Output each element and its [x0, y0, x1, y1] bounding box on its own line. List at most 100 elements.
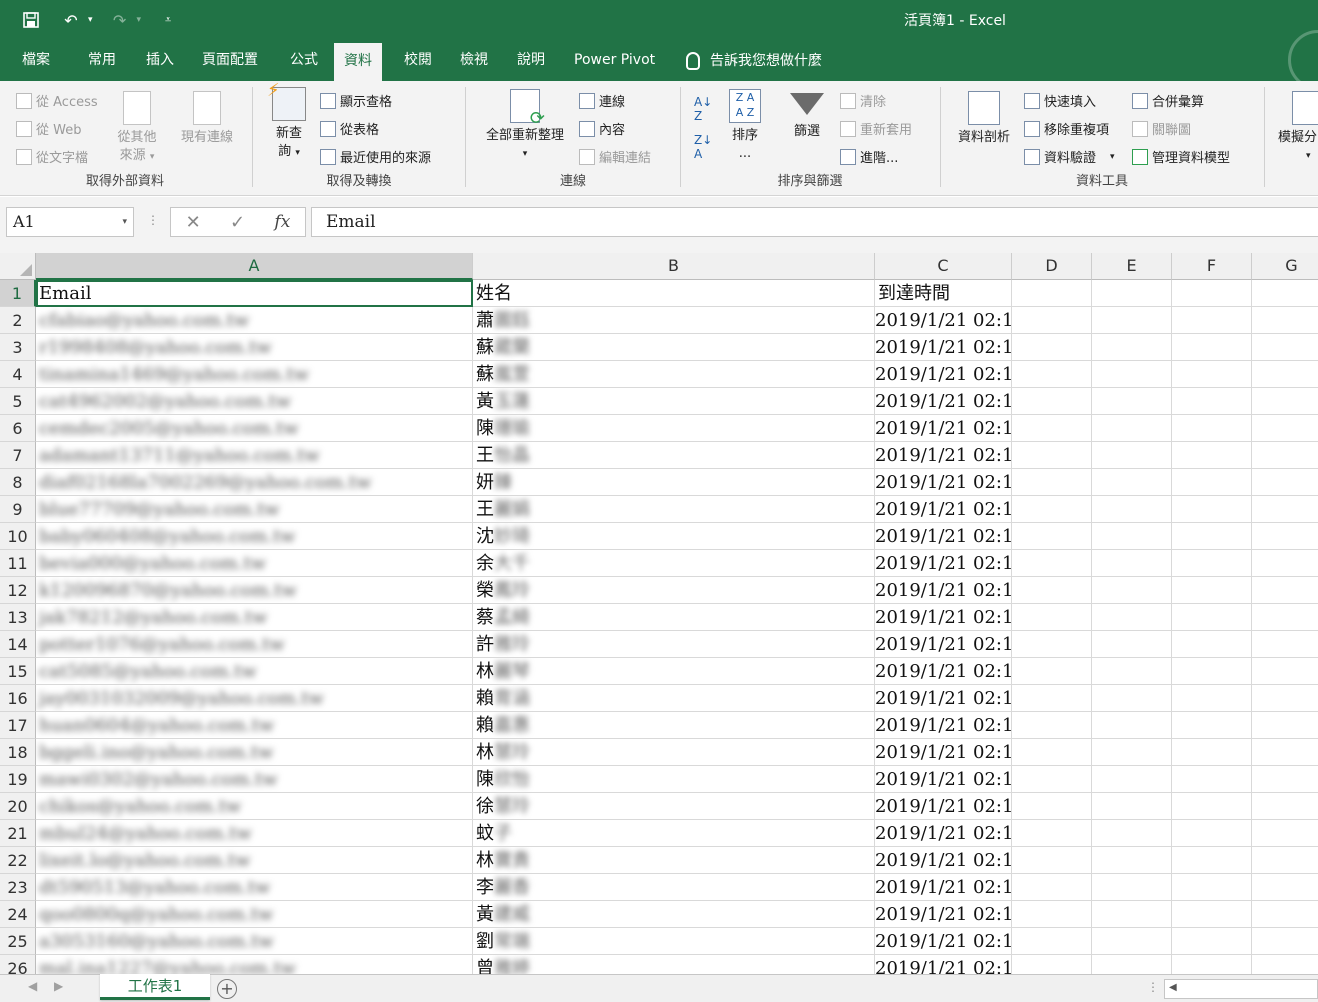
empty-cell[interactable] [1172, 847, 1252, 874]
cell-arrival-time[interactable]: 2019/1/21 02:12 [875, 442, 1012, 469]
empty-cell[interactable] [1012, 658, 1092, 685]
empty-cell[interactable] [1172, 307, 1252, 334]
cell-name[interactable]: 余大千 [473, 550, 875, 577]
cell-email[interactable]: diaf02168la7002269@yahoo.com.tw [36, 469, 473, 496]
row-header[interactable]: 18 [0, 739, 36, 766]
cell-name[interactable]: 林慧玲 [473, 739, 875, 766]
prev-sheet-icon[interactable]: ◀ [28, 979, 37, 993]
cell-arrival-time[interactable]: 2019/1/21 02:12 [875, 469, 1012, 496]
tab-home[interactable]: 常用 [78, 40, 126, 81]
connections-button[interactable]: 連線 [579, 91, 625, 110]
empty-cell[interactable] [1012, 307, 1092, 334]
row-header[interactable]: 11 [0, 550, 36, 577]
cell-name[interactable]: 曾雅婷 [473, 955, 875, 974]
cell-email[interactable]: r1998408@yahoo.com.tw [36, 334, 473, 361]
column-header[interactable]: C [875, 253, 1012, 280]
cell-name[interactable]: 蕭圖鈺 [473, 307, 875, 334]
empty-cell[interactable] [1172, 442, 1252, 469]
from-access-button[interactable]: 從 Access [16, 91, 98, 110]
cell-arrival-time[interactable]: 2019/1/21 02:12 [875, 658, 1012, 685]
empty-cell[interactable] [1172, 658, 1252, 685]
redo-dropdown-icon[interactable]: ▾ [137, 15, 142, 25]
row-header[interactable]: 16 [0, 685, 36, 712]
empty-cell[interactable] [1092, 469, 1172, 496]
empty-cell[interactable] [1252, 469, 1318, 496]
row-header[interactable]: 24 [0, 901, 36, 928]
recent-sources-button[interactable]: 最近使用的來源 [320, 147, 431, 166]
cell-arrival-time[interactable]: 2019/1/21 02:12 [875, 955, 1012, 974]
empty-cell[interactable] [1012, 955, 1092, 974]
empty-cell[interactable] [1012, 766, 1092, 793]
tab-formulas[interactable]: 公式 [280, 40, 328, 81]
cell-name[interactable]: 陳欣怡 [473, 766, 875, 793]
from-web-button[interactable]: 從 Web [16, 119, 81, 138]
cell-name[interactable]: 許雅玲 [473, 631, 875, 658]
name-box-dropdown-icon[interactable]: ▾ [122, 208, 127, 236]
empty-cell[interactable] [1172, 388, 1252, 415]
from-text-button[interactable]: 從文字檔 [16, 147, 88, 166]
show-queries-button[interactable]: 顯示查格 [320, 91, 392, 110]
empty-cell[interactable] [1172, 820, 1252, 847]
empty-cell[interactable] [1012, 928, 1092, 955]
cell-arrival-time[interactable]: 2019/1/21 02:12 [875, 928, 1012, 955]
empty-cell[interactable] [1092, 820, 1172, 847]
empty-cell[interactable] [1252, 604, 1318, 631]
empty-cell[interactable] [1092, 901, 1172, 928]
empty-cell[interactable] [1252, 847, 1318, 874]
empty-cell[interactable] [1172, 604, 1252, 631]
add-sheet-icon[interactable]: + [217, 979, 237, 999]
empty-cell[interactable] [1252, 280, 1318, 307]
empty-cell[interactable] [1252, 658, 1318, 685]
empty-cell[interactable] [1172, 928, 1252, 955]
empty-cell[interactable] [1172, 739, 1252, 766]
cell-arrival-time[interactable]: 2019/1/21 02:12 [875, 685, 1012, 712]
cell-arrival-time[interactable]: 2019/1/21 02:14 [875, 388, 1012, 415]
cell-email[interactable]: huan0604@yahoo.com.tw [36, 712, 473, 739]
empty-cell[interactable] [1252, 712, 1318, 739]
empty-cell[interactable] [1172, 685, 1252, 712]
empty-cell[interactable] [1012, 469, 1092, 496]
empty-cell[interactable] [1092, 712, 1172, 739]
cell-arrival-time[interactable]: 2019/1/21 02:12 [875, 712, 1012, 739]
empty-cell[interactable] [1092, 847, 1172, 874]
existing-connections-button[interactable]: 現有連線 [175, 91, 239, 147]
empty-cell[interactable] [1252, 577, 1318, 604]
select-all-button[interactable] [0, 253, 36, 280]
empty-cell[interactable] [1092, 955, 1172, 974]
empty-cell[interactable] [1172, 415, 1252, 442]
cell-name[interactable]: 賴嘉惠 [473, 712, 875, 739]
empty-cell[interactable] [1252, 685, 1318, 712]
row-header[interactable]: 20 [0, 793, 36, 820]
relationships-button[interactable]: 關聯圖 [1132, 119, 1191, 138]
empty-cell[interactable] [1012, 604, 1092, 631]
name-box[interactable]: A1 ▾ [6, 207, 134, 237]
row-header[interactable]: 7 [0, 442, 36, 469]
column-header[interactable]: F [1172, 253, 1252, 280]
row-header[interactable]: 6 [0, 415, 36, 442]
empty-cell[interactable] [1172, 712, 1252, 739]
empty-cell[interactable] [1092, 415, 1172, 442]
cell-email[interactable]: jay0031032009@yahoo.com.tw [36, 685, 473, 712]
empty-cell[interactable] [1252, 550, 1318, 577]
enter-check-icon[interactable]: ✓ [230, 212, 245, 233]
empty-cell[interactable] [1012, 334, 1092, 361]
empty-cell[interactable] [1252, 523, 1318, 550]
empty-cell[interactable] [1172, 874, 1252, 901]
column-header[interactable]: B [473, 253, 875, 280]
tab-view[interactable]: 檢視 [450, 40, 498, 81]
cell-email[interactable]: adamant13711@yahoo.com.tw [36, 442, 473, 469]
cell-arrival-time[interactable]: 2019/1/21 02:12 [875, 901, 1012, 928]
next-sheet-icon[interactable]: ▶ [54, 979, 63, 993]
cell-email[interactable]: bggeli.ino@yahoo.com.tw [36, 739, 473, 766]
row-header[interactable]: 17 [0, 712, 36, 739]
sort-ascending-button[interactable]: A↓ Z [694, 95, 712, 123]
from-other-sources-button[interactable]: 從其他 來源 ▾ [112, 91, 162, 166]
flash-fill-button[interactable]: 快速填入 [1024, 91, 1096, 110]
sort-descending-button[interactable]: Z↓ A [694, 133, 712, 161]
row-header[interactable]: 12 [0, 577, 36, 604]
empty-cell[interactable] [1012, 496, 1092, 523]
empty-cell[interactable] [1012, 631, 1092, 658]
cell-email[interactable]: blue77709@yahoo.com.tw [36, 496, 473, 523]
empty-cell[interactable] [1252, 631, 1318, 658]
empty-cell[interactable] [1092, 766, 1172, 793]
